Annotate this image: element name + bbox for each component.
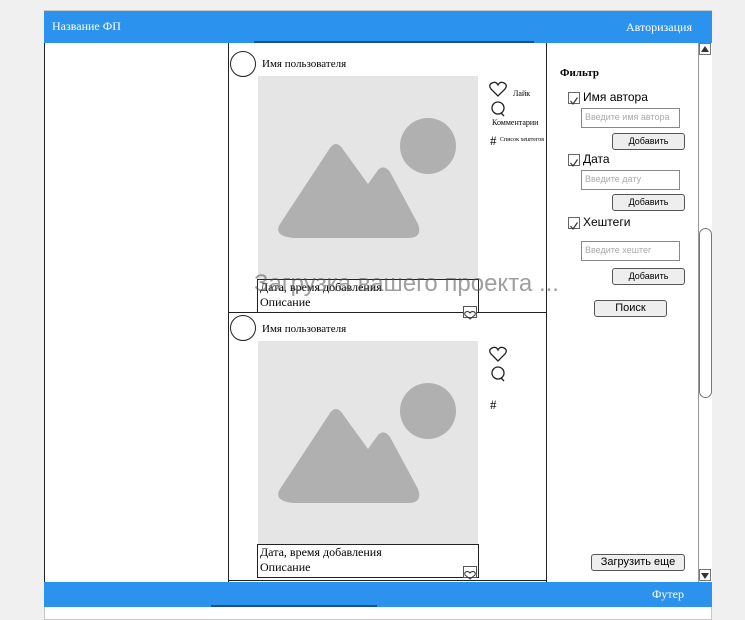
add-author-button[interactable]: Добавить: [612, 133, 685, 150]
post-username[interactable]: Имя пользователя: [262, 58, 346, 70]
hashtag-icon[interactable]: #: [490, 397, 497, 413]
filter-title: Фильтр: [560, 67, 600, 79]
scroll-down-button[interactable]: [699, 569, 711, 581]
header-bar: Название ФП Авторизация: [44, 11, 712, 43]
hashtag-icon[interactable]: #: [490, 133, 497, 149]
feed-panel: Имя пользователя Лайк Комментарии # Спис…: [229, 43, 547, 583]
author-input[interactable]: Введите имя автора: [581, 108, 680, 128]
heart-icon: [489, 81, 507, 97]
checkmark-icon: [570, 222, 578, 230]
hashtags-label: Список хештегов: [500, 137, 545, 143]
arrow-up-icon: [701, 46, 709, 52]
avatar[interactable]: [230, 315, 256, 341]
date-checkbox[interactable]: [568, 154, 580, 167]
checkmark-icon: [570, 159, 578, 167]
comments-button[interactable]: [490, 366, 506, 387]
author-label: Имя автора: [583, 90, 648, 104]
author-checkbox[interactable]: [568, 92, 580, 105]
like-button[interactable]: [489, 81, 507, 102]
footer-tab-indicator: [211, 605, 377, 607]
post-date: Дата, время добавления: [260, 545, 382, 559]
image-placeholder-icon: [278, 383, 456, 503]
hashtag-input[interactable]: Введите хештег: [581, 241, 680, 261]
post-description: Описание: [260, 560, 311, 574]
post-image: [258, 76, 478, 286]
post-card: Имя пользователя # Дата, время добавлени…: [229, 313, 547, 581]
checkmark-icon: [570, 97, 578, 105]
scroll-up-button[interactable]: [699, 43, 711, 55]
scrollbar[interactable]: [698, 43, 712, 583]
post-caption: Дата, время добавления Описание: [257, 544, 479, 578]
filter-panel: Фильтр Имя автора Введите имя автора Доб…: [547, 43, 698, 583]
comment-bubble-icon: [491, 366, 505, 382]
image-placeholder-icon: [278, 118, 456, 238]
comment-bubble-icon: [491, 101, 505, 117]
left-panel: [44, 43, 229, 583]
hashtags-label: Хештеги: [583, 215, 631, 229]
avatar[interactable]: [230, 51, 256, 77]
date-input[interactable]: Введите дату: [581, 170, 680, 190]
auth-link[interactable]: Авторизация: [626, 20, 692, 35]
search-button[interactable]: Поиск: [594, 300, 667, 317]
add-hashtag-button[interactable]: Добавить: [612, 268, 685, 285]
add-date-button[interactable]: Добавить: [612, 194, 685, 211]
date-label: Дата: [583, 152, 610, 166]
heart-icon: [489, 346, 507, 362]
post-username[interactable]: Имя пользователя: [262, 323, 346, 335]
like-label: Лайк: [513, 89, 531, 98]
footer-bar: Футер: [44, 582, 712, 607]
post-image: [258, 341, 478, 551]
comments-label: Комментарии: [492, 118, 539, 127]
scroll-thumb[interactable]: [699, 228, 712, 398]
hashtags-checkbox[interactable]: [568, 217, 580, 230]
arrow-down-icon: [701, 573, 709, 579]
load-more-button[interactable]: Загрузить еще: [591, 554, 685, 571]
caption-like-icon[interactable]: [463, 566, 477, 580]
footer-label: Футер: [651, 587, 684, 601]
like-button[interactable]: [489, 346, 507, 367]
app-title: Название ФП: [52, 19, 121, 33]
loading-overlay-text: Загрузка вашего проекта ...: [254, 270, 559, 297]
